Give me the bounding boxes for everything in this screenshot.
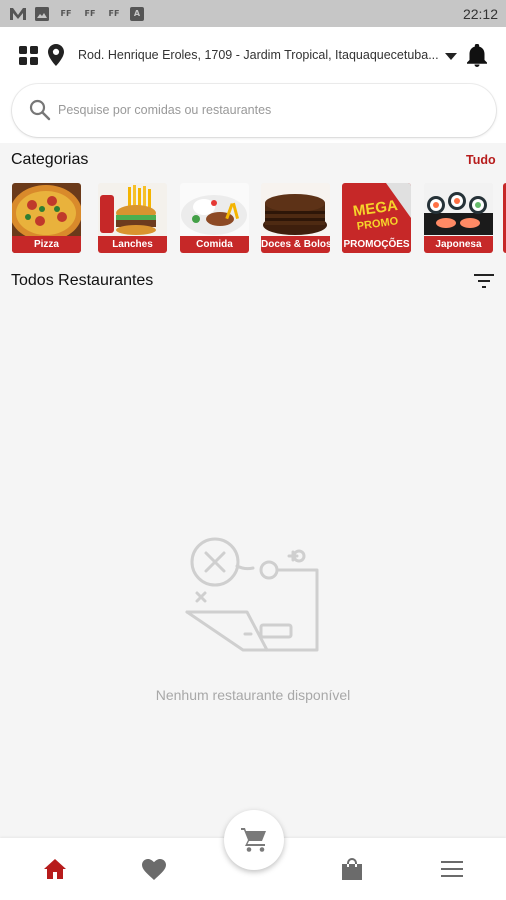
cart-icon: [241, 828, 266, 852]
category-label: Pizza: [12, 236, 81, 253]
a-app-icon: A: [130, 6, 144, 21]
search-box[interactable]: [12, 84, 496, 137]
category-label: Lanches: [98, 236, 167, 253]
heart-icon: [142, 858, 166, 880]
category-label: Japonesa: [424, 236, 493, 253]
address-row[interactable]: Rod. Henrique Eroles, 1709 - Jardim Trop…: [0, 41, 506, 71]
image-icon: [34, 6, 50, 21]
category-card-comida[interactable]: Comida: [180, 183, 249, 253]
status-time: 22:12: [462, 5, 498, 22]
search-input[interactable]: [58, 98, 478, 122]
category-label: PROMOÇÕES: [342, 236, 411, 253]
cart-button[interactable]: [224, 810, 284, 870]
category-label: Comida: [180, 236, 249, 253]
search-icon: [29, 99, 51, 121]
home-icon: [44, 859, 66, 879]
nav-orders[interactable]: [322, 838, 382, 900]
categories-carousel[interactable]: Pizza Lanches Comida Doces & Bolos MEGA …: [0, 183, 506, 253]
header: Rod. Henrique Eroles, 1709 - Jardim Trop…: [0, 27, 506, 143]
status-icons: FF FF FF A: [10, 6, 144, 21]
category-card-doces[interactable]: Doces & Bolos: [261, 183, 330, 253]
empty-state-message: Nenhum restaurante disponível: [155, 687, 351, 703]
ff-icon: FF: [108, 9, 120, 18]
menu-icon: [441, 861, 463, 877]
nav-home[interactable]: [25, 838, 85, 900]
category-label: Doces & Bolos: [261, 236, 330, 253]
category-card-lanches[interactable]: Lanches: [98, 183, 167, 253]
restaurants-title: Todos Restaurantes: [11, 272, 154, 289]
filter-icon[interactable]: [474, 273, 494, 289]
category-card-pizza[interactable]: Pizza: [12, 183, 81, 253]
category-card-promocoes[interactable]: MEGA PROMO PROMOÇÕES: [342, 183, 411, 253]
location-pin-icon: [48, 44, 64, 66]
grid-icon[interactable]: [19, 46, 38, 65]
delivery-address[interactable]: Rod. Henrique Eroles, 1709 - Jardim Trop…: [78, 48, 438, 62]
see-all-link[interactable]: Tudo: [466, 153, 496, 167]
m-app-icon: [10, 7, 26, 21]
category-card-japonesa[interactable]: Japonesa: [424, 183, 493, 253]
no-results-illustration-icon: [185, 537, 319, 652]
ff-icon: FF: [84, 9, 96, 18]
nav-menu[interactable]: [422, 838, 482, 900]
ff-icon: FF: [60, 9, 72, 18]
nav-favorites[interactable]: [124, 838, 184, 900]
caret-down-icon[interactable]: [445, 51, 457, 61]
bell-icon[interactable]: [467, 44, 487, 67]
status-bar: FF FF FF A 22:12: [0, 0, 506, 27]
bag-icon: [342, 858, 362, 880]
categories-title: Categorias: [11, 151, 89, 168]
